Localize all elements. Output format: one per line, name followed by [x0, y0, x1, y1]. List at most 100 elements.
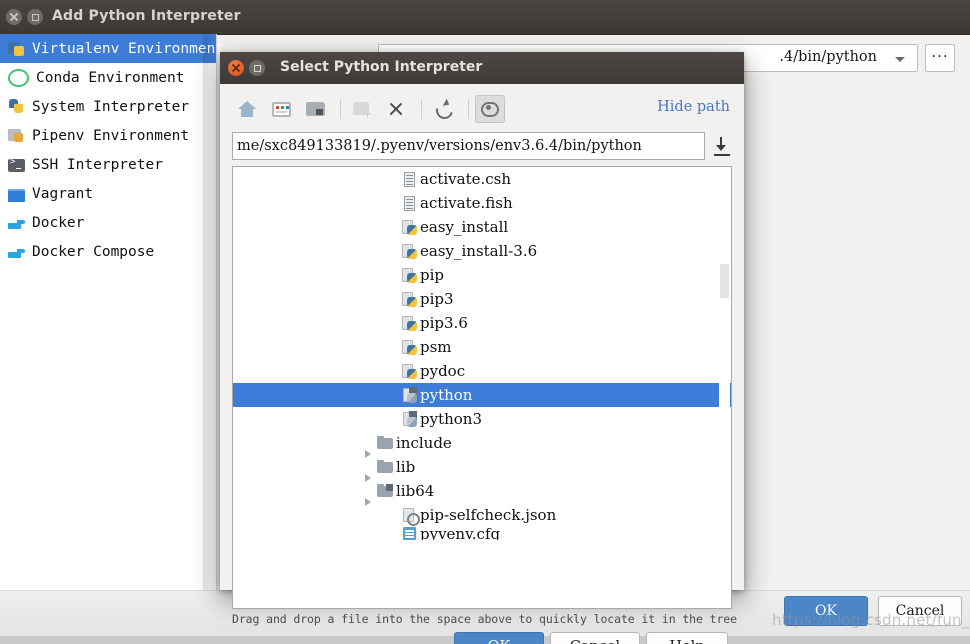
tree-row-label: lib — [396, 458, 416, 476]
dialog-body: Hide path me/sxc849133819/.pyenv/version… — [220, 84, 744, 644]
tree-row[interactable]: lib — [233, 455, 731, 482]
main-titlebar: Add Python Interpreter — [0, 0, 970, 35]
py-script-icon — [401, 243, 418, 260]
py-script-icon — [401, 363, 418, 380]
vagrant-icon — [8, 188, 25, 202]
hide-path-link[interactable]: Hide path — [657, 99, 730, 115]
desktop-icon — [271, 101, 291, 117]
text-file-icon — [401, 195, 418, 212]
tree-row-label: pydoc — [420, 362, 466, 380]
drive-button[interactable] — [300, 95, 330, 123]
tree-row-label: lib64 — [396, 482, 435, 500]
maximize-icon[interactable] — [27, 9, 43, 25]
config-file-icon — [401, 527, 418, 540]
close-icon[interactable] — [6, 9, 22, 25]
tree-row-label: easy_install-3.6 — [420, 242, 538, 260]
sidebar-item-vagrant[interactable]: Vagrant — [0, 179, 216, 208]
py-script-icon — [401, 315, 418, 332]
tree-row-label: easy_install — [420, 218, 509, 236]
tree-row-label: pip3 — [420, 290, 454, 308]
tree-row-label: psm — [420, 338, 452, 356]
symlink-arrow-icon — [409, 410, 417, 419]
tree-row-label: pip-selfcheck.json — [420, 506, 557, 524]
tree-row-label: include — [396, 434, 452, 452]
path-input[interactable]: me/sxc849133819/.pyenv/versions/env3.6.4… — [232, 132, 705, 160]
chevron-down-icon[interactable] — [895, 57, 905, 62]
sidebar-item-conda[interactable]: Conda Environment — [0, 63, 216, 92]
sidebar-item-docker[interactable]: Docker — [0, 208, 216, 237]
python-icon — [8, 98, 25, 115]
toolbar-separator — [421, 99, 422, 119]
select-python-interpreter-dialog: Select Python Interpreter + Hide path me… — [220, 52, 744, 644]
tree-row[interactable]: easy_install-3.6 — [233, 239, 731, 263]
dialog-titlebar: Select Python Interpreter — [220, 52, 744, 84]
home-button[interactable] — [232, 95, 262, 123]
scrollbar-thumb[interactable] — [720, 264, 729, 298]
tree-row[interactable]: pip-selfcheck.json — [233, 503, 731, 527]
sidebar-item-system-interpreter[interactable]: System Interpreter — [0, 92, 216, 121]
tree-row[interactable]: pip3.6 — [233, 311, 731, 335]
terminal-icon — [8, 157, 25, 172]
delete-button[interactable] — [381, 95, 411, 123]
tree-row[interactable]: psm — [233, 335, 731, 359]
tree-row[interactable]: pyvenv.cfg — [233, 527, 731, 540]
dialog-help-button[interactable]: Help — [646, 632, 728, 644]
sidebar-item-ssh-interpreter[interactable]: SSH Interpreter — [0, 150, 216, 179]
show-hidden-button[interactable] — [475, 95, 505, 123]
sidebar-item-label: Vagrant — [32, 185, 94, 202]
virtualenv-icon — [8, 40, 25, 57]
py-script-icon — [401, 291, 418, 308]
folder-icon — [377, 435, 394, 452]
folder-icon — [377, 459, 394, 476]
tree-row[interactable]: python3 — [233, 407, 731, 431]
new-folder-icon — [352, 101, 373, 121]
tree-row[interactable]: pydoc — [233, 359, 731, 383]
dialog-cancel-button[interactable]: Cancel — [550, 632, 640, 644]
download-icon-base — [714, 154, 730, 156]
main-cancel-button[interactable]: Cancel — [878, 596, 962, 626]
main-ok-button[interactable]: OK — [784, 596, 868, 626]
tree-row[interactable]: activate.csh — [233, 167, 731, 191]
sidebar-item-label: Virtualenv Environment — [32, 40, 225, 57]
tree-row[interactable]: lib64 — [233, 479, 731, 506]
maximize-icon[interactable] — [249, 60, 265, 76]
toolbar-separator — [340, 99, 341, 119]
download-icon[interactable] — [712, 137, 732, 157]
sidebar-item-label: Conda Environment — [36, 69, 185, 86]
sidebar-item-docker-compose[interactable]: Docker Compose — [0, 237, 216, 266]
symlink-arrow-icon — [409, 386, 417, 395]
refresh-button[interactable] — [428, 95, 458, 123]
sidebar-item-label: System Interpreter — [32, 98, 190, 115]
pipenv-icon — [8, 127, 25, 144]
py-script-icon — [401, 339, 418, 356]
file-tree-scrollbar[interactable] — [719, 168, 730, 608]
sidebar-item-virtualenv[interactable]: Virtualenv Environment — [0, 34, 224, 63]
new-folder-button[interactable] — [347, 95, 377, 123]
tree-row[interactable]: pip3 — [233, 287, 731, 311]
symlink-arrow-icon — [386, 483, 393, 491]
sidebar-item-label: Pipenv Environment — [32, 127, 190, 144]
delete-icon — [387, 100, 405, 118]
file-tree[interactable]: activate.csh activate.fish easy_install … — [232, 166, 732, 609]
sidebar-item-label: Docker — [32, 214, 85, 231]
sidebar-item-pipenv[interactable]: Pipenv Environment — [0, 121, 216, 150]
tree-row[interactable]: include — [233, 431, 731, 458]
dialog-ok-button[interactable]: OK — [454, 632, 544, 644]
tree-row-label: pip — [420, 266, 445, 284]
tree-row-selected[interactable]: python — [233, 383, 731, 407]
close-icon[interactable] — [228, 60, 244, 76]
home-icon — [238, 101, 256, 117]
tree-row[interactable]: easy_install — [233, 215, 731, 239]
tree-row[interactable]: pip — [233, 263, 731, 287]
py-symlink-icon — [401, 410, 418, 428]
desktop-button[interactable] — [266, 95, 296, 123]
path-row: me/sxc849133819/.pyenv/versions/env3.6.4… — [232, 132, 732, 160]
browse-button[interactable]: ... — [925, 44, 955, 72]
conda-icon — [8, 69, 29, 87]
py-symlink-icon — [401, 386, 418, 404]
docker-compose-icon — [8, 246, 25, 259]
dialog-toolbar — [232, 94, 509, 124]
refresh-icon — [434, 100, 452, 118]
tree-row-label: pyvenv.cfg — [420, 527, 501, 540]
tree-row[interactable]: activate.fish — [233, 191, 731, 215]
